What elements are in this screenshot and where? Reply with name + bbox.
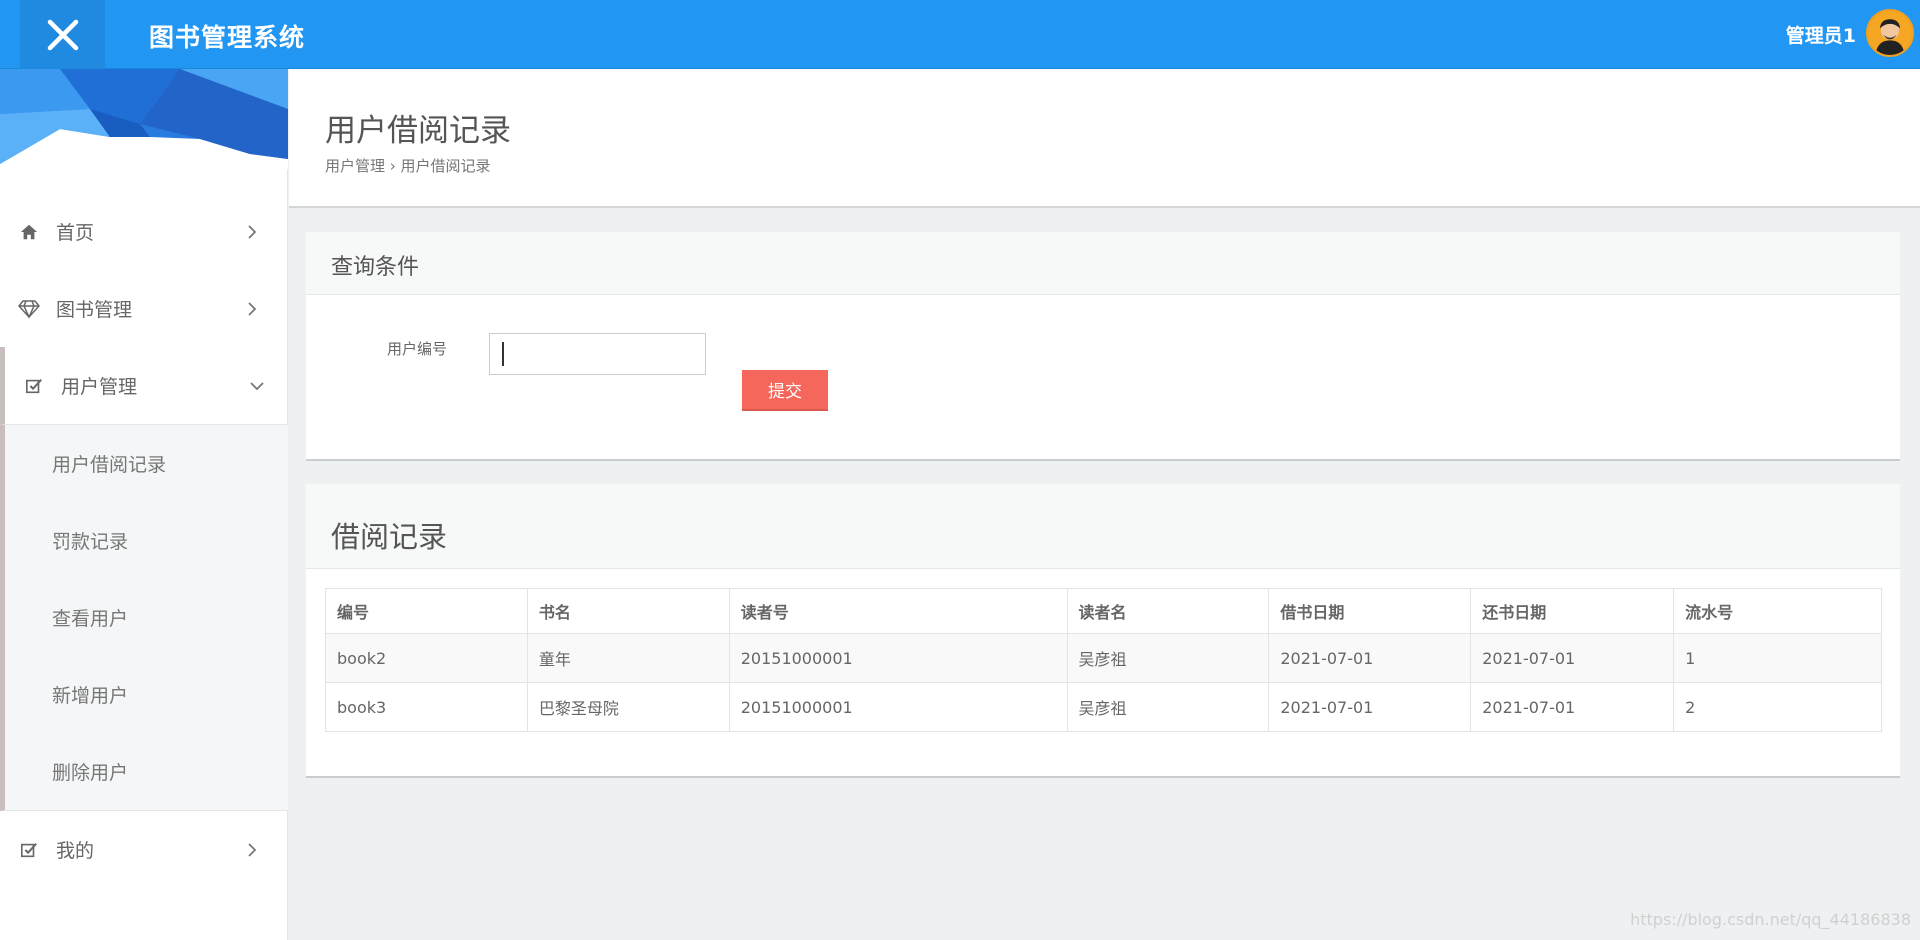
sidebar-item-mine[interactable]: 我的 [0, 811, 288, 888]
query-panel: 查询条件 用户编号 提交 [306, 232, 1900, 461]
table-cell: 2 [1673, 682, 1882, 732]
column-header[interactable]: 书名 [526, 588, 730, 634]
table-cell: 20151000001 [728, 682, 1068, 732]
records-panel: 借阅记录 编号 书名 读者号 读者名 借书日期 还书日期 流水号 book2 童… [306, 484, 1900, 778]
avatar[interactable] [1866, 9, 1914, 57]
table-cell: 2021-07-01 [1268, 682, 1472, 732]
table-cell: book2 [325, 633, 528, 683]
checkbox-icon [23, 375, 45, 397]
records-table: 编号 书名 读者号 读者名 借书日期 还书日期 流水号 book2 童年 201… [325, 588, 1882, 732]
top-header: 图书管理系统 管理员1 [0, 0, 1920, 69]
table-cell: 1 [1673, 633, 1882, 683]
table-cell: 2021-07-01 [1470, 633, 1675, 683]
column-header[interactable]: 借书日期 [1268, 588, 1472, 634]
sidebar-item-label: 用户管理 [61, 376, 138, 398]
table-cell: 童年 [526, 633, 730, 683]
submit-button[interactable]: 提交 [742, 370, 828, 411]
sidebar-subitem-fine-records[interactable]: 罚款记录 [5, 502, 288, 579]
breadcrumb: 用户管理 › 用户借阅记录 [325, 157, 491, 175]
sidebar-item-home[interactable]: 首页 [0, 193, 288, 270]
table-header-row: 编号 书名 读者号 读者名 借书日期 还书日期 流水号 [325, 588, 1882, 634]
home-icon [18, 221, 40, 243]
sidebar-subitem-borrow-records[interactable]: 用户借阅记录 [5, 425, 288, 502]
page-header: 用户借阅记录 用户管理 › 用户借阅记录 [289, 69, 1920, 208]
sidebar: 首页 图书管理 用户管理 用户借阅记录 罚款记录 查看用户 新增用户 删除用户 [0, 69, 288, 940]
records-panel-title: 借阅记录 [331, 520, 448, 554]
table-row[interactable]: book2 童年 20151000001 吴彦祖 2021-07-01 2021… [325, 633, 1882, 683]
records-panel-header: 借阅记录 [306, 484, 1900, 569]
sidebar-subitem-add-user[interactable]: 新增用户 [5, 656, 288, 733]
query-panel-header: 查询条件 [306, 232, 1900, 295]
user-id-label: 用户编号 [387, 340, 448, 358]
diamond-icon [18, 298, 40, 320]
close-icon [47, 19, 78, 50]
page-title: 用户借阅记录 [325, 113, 511, 149]
column-header[interactable]: 还书日期 [1470, 588, 1675, 634]
sidebar-subitem-view-users[interactable]: 查看用户 [5, 579, 288, 656]
sidebar-banner [0, 69, 288, 169]
chevron-right-icon [248, 301, 257, 316]
chevron-right-icon [248, 224, 257, 239]
table-row[interactable]: book3 巴黎圣母院 20151000001 吴彦祖 2021-07-01 2… [325, 682, 1882, 732]
text-caret [502, 342, 504, 366]
column-header[interactable]: 读者号 [728, 588, 1068, 634]
table-cell: 20151000001 [728, 633, 1068, 683]
chevron-down-icon [250, 381, 264, 390]
sidebar-submenu-users: 用户借阅记录 罚款记录 查看用户 新增用户 删除用户 [0, 424, 288, 811]
sidebar-item-books[interactable]: 图书管理 [0, 270, 288, 347]
sidebar-toggle-button[interactable] [20, 0, 105, 69]
chevron-right-icon [248, 842, 257, 857]
table-cell: 巴黎圣母院 [526, 682, 730, 732]
column-header[interactable]: 读者名 [1066, 588, 1270, 634]
user-name[interactable]: 管理员1 [1786, 21, 1856, 48]
table-cell: 吴彦祖 [1066, 682, 1270, 732]
app-title: 图书管理系统 [149, 23, 306, 52]
table-cell: 吴彦祖 [1066, 633, 1270, 683]
query-panel-title: 查询条件 [331, 255, 420, 280]
checkbox-icon [18, 839, 40, 861]
sidebar-item-label: 图书管理 [56, 299, 133, 321]
watermark: https://blog.csdn.net/qq_44186838 [1630, 910, 1911, 929]
sidebar-nav: 首页 图书管理 用户管理 用户借阅记录 罚款记录 查看用户 新增用户 删除用户 [0, 193, 288, 888]
sidebar-item-users[interactable]: 用户管理 [0, 347, 288, 424]
sidebar-subitem-delete-user[interactable]: 删除用户 [5, 733, 288, 810]
sidebar-item-label: 首页 [56, 222, 95, 244]
table-cell: 2021-07-01 [1268, 633, 1472, 683]
user-id-input[interactable] [489, 333, 706, 375]
table-cell: 2021-07-01 [1470, 682, 1675, 732]
column-header[interactable]: 流水号 [1673, 588, 1882, 634]
table-cell: book3 [325, 682, 528, 732]
column-header[interactable]: 编号 [325, 588, 528, 634]
sidebar-item-label: 我的 [56, 840, 95, 862]
